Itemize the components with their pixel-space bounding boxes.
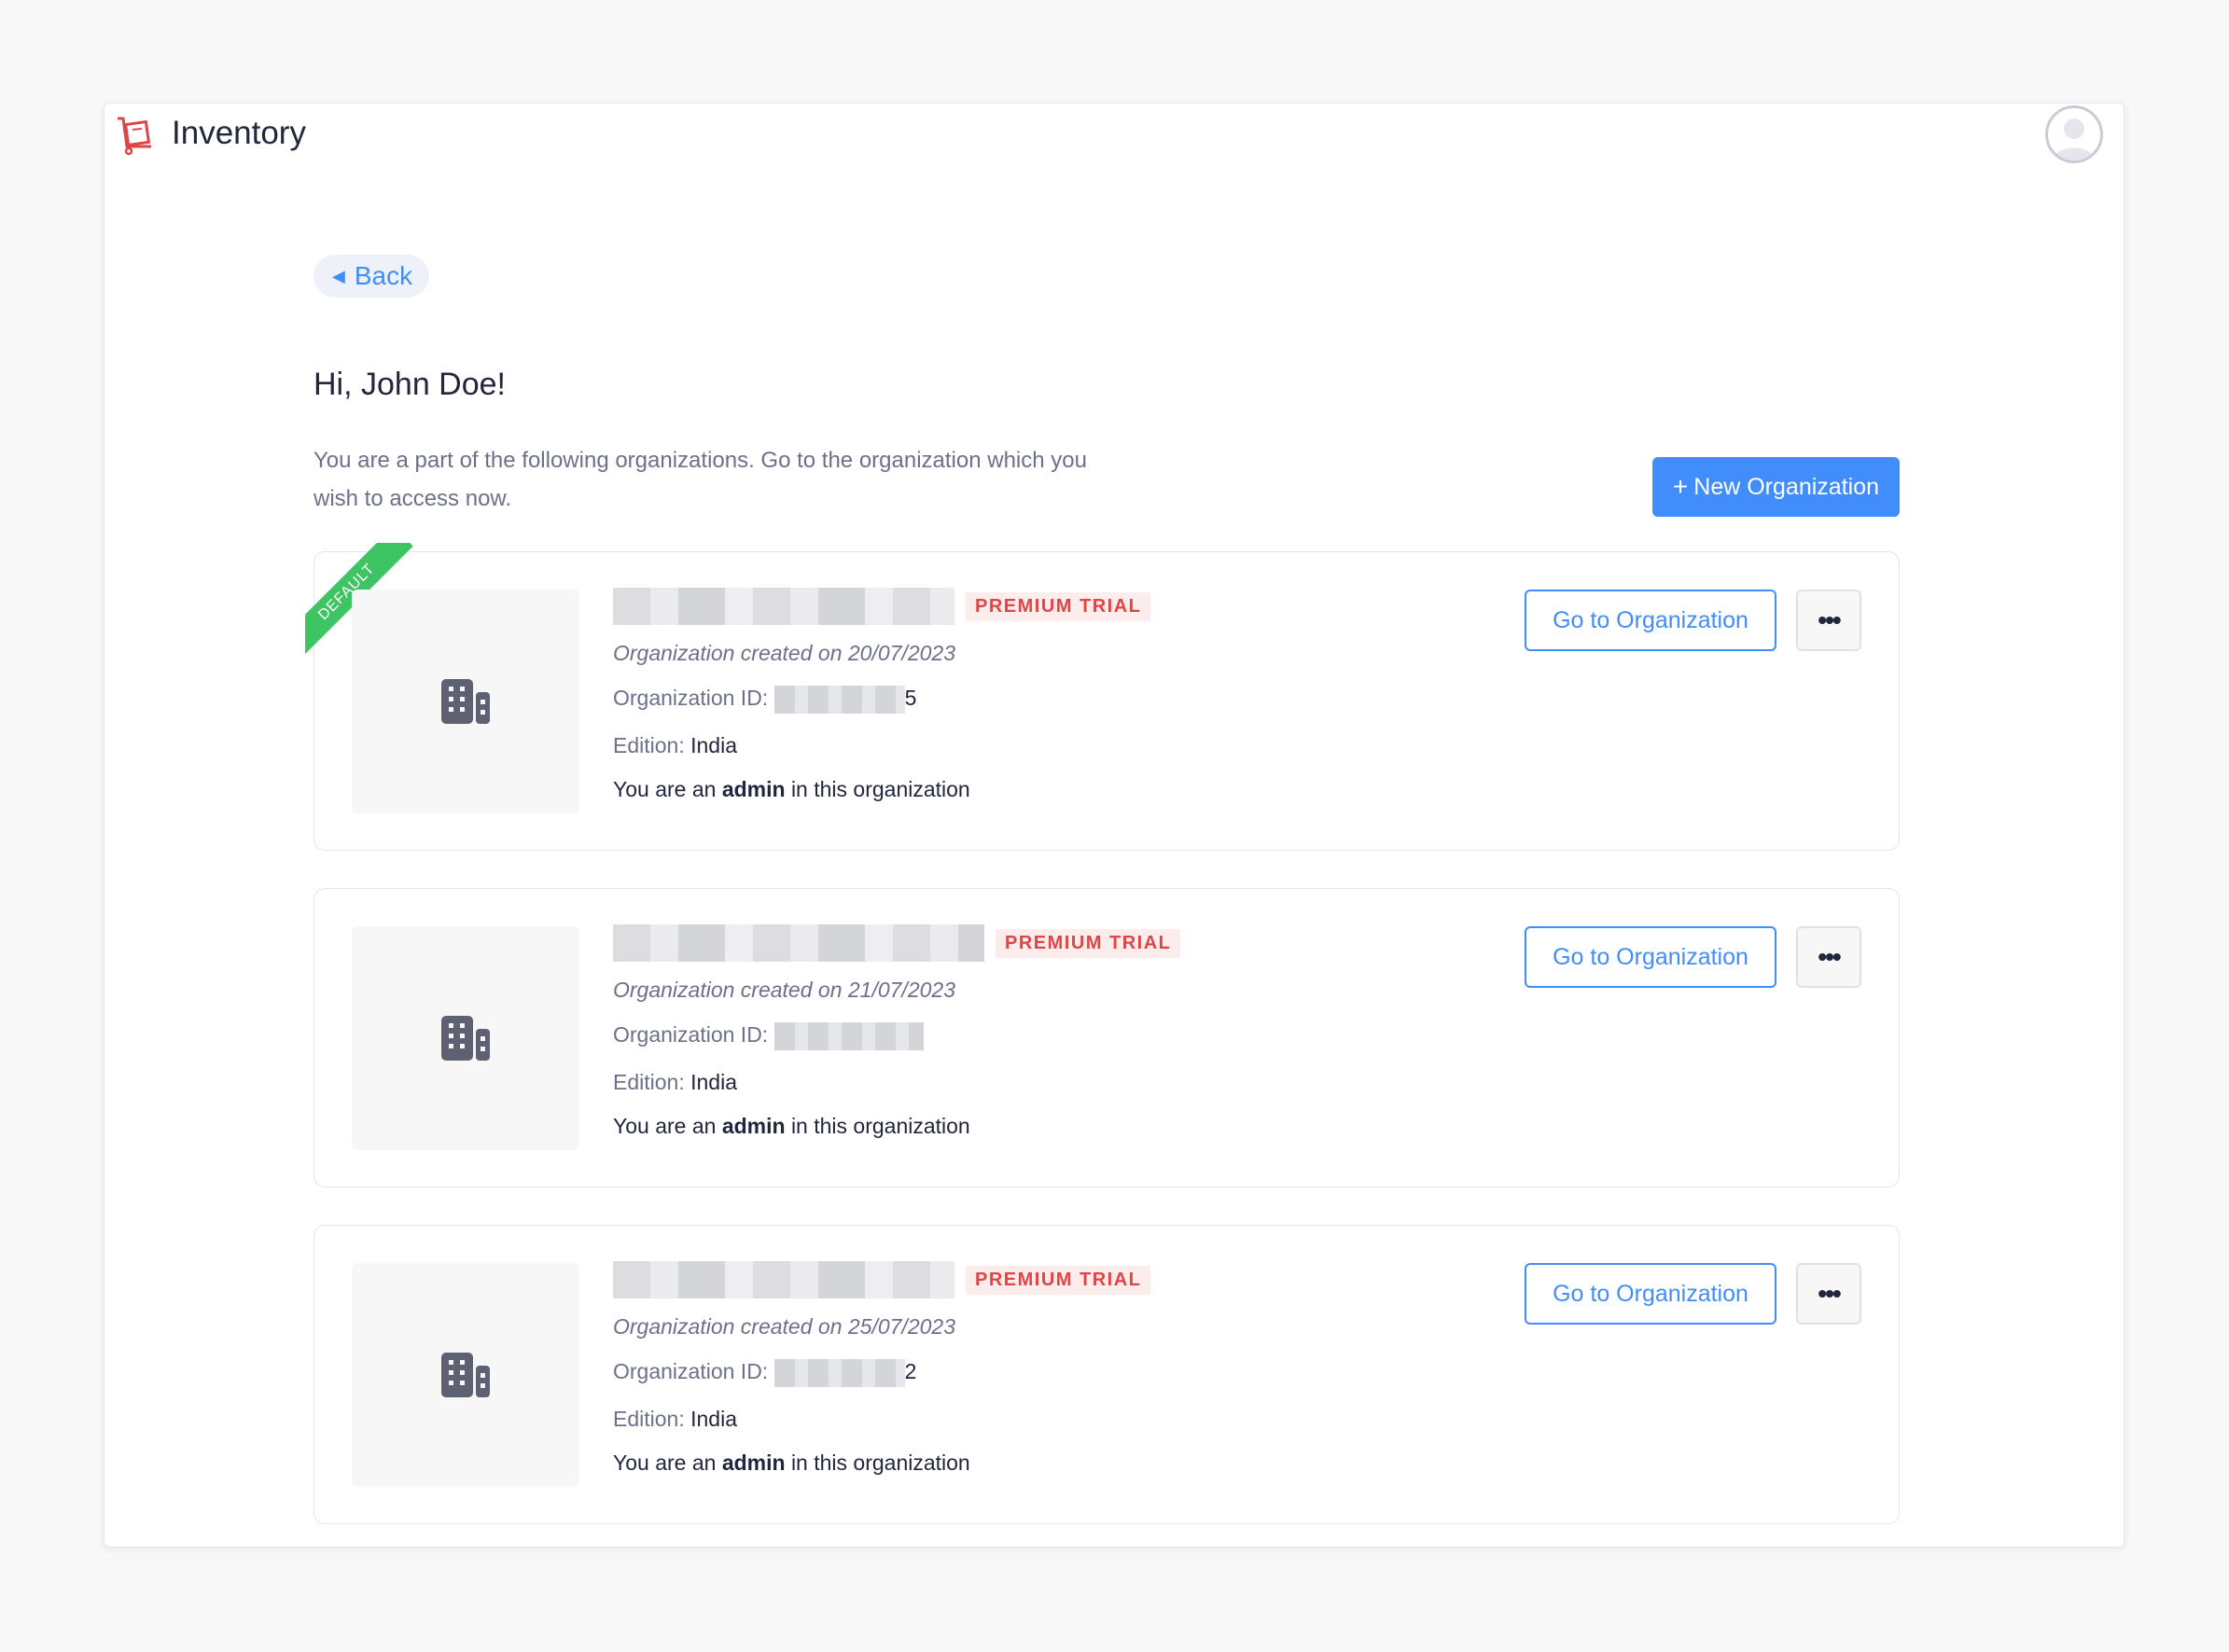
app-title: Inventory [172,115,306,151]
caret-left-icon: ◀ [332,266,345,285]
organization-card: DEFAULT PREMIUM TRIAL Organization creat… [305,543,1900,851]
page-subtitle: You are a part of the following organiza… [313,448,1087,511]
organization-info: PREMIUM TRIAL Organization created on 21… [613,923,1181,1139]
organization-id-row: Organization ID: [613,1021,1180,1050]
organization-id-label: Organization ID: [613,1359,769,1383]
more-options-button[interactable]: ••• [1796,590,1861,651]
organization-logo [352,1263,579,1487]
organization-id-label: Organization ID: [613,1022,769,1047]
plus-icon: + [1672,472,1689,501]
organization-name-redacted [613,1261,954,1298]
top-bar: Inventory [104,104,2124,169]
organization-info: PREMIUM TRIAL Organization created on 20… [613,586,1151,802]
more-options-button[interactable]: ••• [1796,1263,1861,1325]
organization-card: PREMIUM TRIAL Organization created on 21… [313,888,1900,1187]
new-organization-label: New Organization [1693,473,1879,500]
organization-card: PREMIUM TRIAL Organization created on 25… [313,1225,1900,1524]
organization-id-redacted [773,685,905,714]
organization-id-redacted [773,1358,905,1387]
premium-trial-badge: PREMIUM TRIAL [966,591,1151,621]
role-row: You are an admin in this organization [613,1451,1150,1476]
back-button[interactable]: ◀ Back [313,255,430,298]
role-row: You are an admin in this organization [613,777,1150,802]
organization-name-redacted [613,924,984,962]
organization-created-date: Organization created on 25/07/2023 [613,1314,955,1339]
organization-id-label: Organization ID: [613,686,769,710]
organization-id-redacted [773,1021,924,1050]
organization-created-date: Organization created on 21/07/2023 [613,978,955,1002]
organization-id-tail: 2 [904,1359,917,1383]
premium-trial-badge: PREMIUM TRIAL [966,1265,1151,1295]
user-avatar-icon[interactable] [2045,105,2103,163]
organization-list: DEFAULT PREMIUM TRIAL Organization creat… [305,543,1900,1547]
edition-value: India [690,1069,737,1094]
role-value: admin [721,1450,786,1475]
role-row: You are an admin in this organization [613,1114,1180,1139]
role-prefix: You are an [613,1450,717,1475]
edition-label: Edition: [613,732,685,757]
inventory-logo-icon [118,117,151,156]
role-suffix: in this organization [790,1450,970,1475]
edition-row: Edition: India [613,1406,1150,1432]
edition-label: Edition: [613,1069,685,1094]
building-icon [441,1016,490,1061]
new-organization-button[interactable]: + New Organization [1651,457,1900,517]
go-to-organization-button[interactable]: Go to Organization [1525,926,1776,988]
edition-label: Edition: [613,1406,685,1431]
organization-logo [352,590,579,813]
edition-value: India [690,1406,737,1431]
greeting-heading: Hi, John Doe! [313,367,506,402]
organization-logo [352,926,579,1150]
edition-row: Edition: India [613,1069,1180,1095]
organization-name-redacted [613,588,954,625]
role-value: admin [721,1113,786,1138]
more-options-button[interactable]: ••• [1796,926,1861,988]
organization-id-row: Organization ID: 2 [613,1358,1150,1387]
role-prefix: You are an [613,1113,717,1138]
role-value: admin [721,776,786,801]
organization-created-date: Organization created on 20/07/2023 [613,641,955,665]
organization-id-row: Organization ID: 5 [613,685,1150,714]
building-icon [441,679,490,724]
organization-id-tail: 5 [904,686,917,710]
go-to-organization-button[interactable]: Go to Organization [1525,590,1776,651]
go-to-organization-button[interactable]: Go to Organization [1525,1263,1776,1325]
role-suffix: in this organization [790,776,970,801]
edition-value: India [690,732,737,757]
back-label: Back [354,261,413,290]
app-window: Inventory ◀ Back Hi, John Doe! You are a… [104,103,2125,1548]
role-suffix: in this organization [790,1113,970,1138]
building-icon [441,1353,490,1397]
premium-trial-badge: PREMIUM TRIAL [996,928,1181,958]
organization-info: PREMIUM TRIAL Organization created on 25… [613,1259,1151,1476]
edition-row: Edition: India [613,732,1150,758]
role-prefix: You are an [613,776,717,801]
